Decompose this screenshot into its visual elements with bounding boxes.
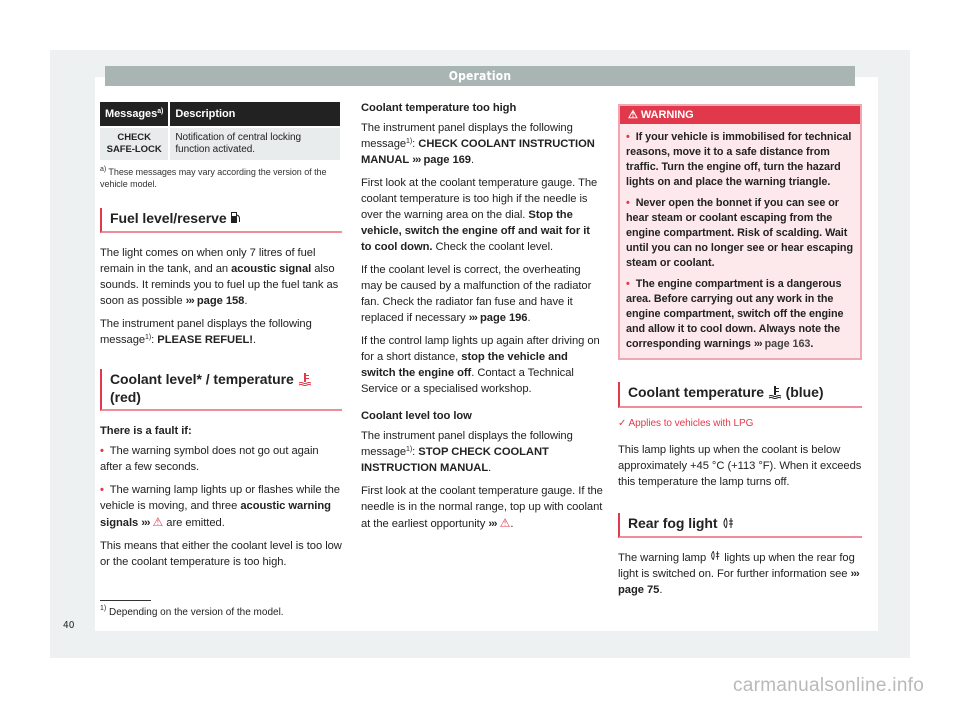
too-low-paragraph-2: First look at the coolant temperature ga… (361, 485, 603, 530)
coolant-summary: This means that either the coolant level… (100, 540, 342, 569)
check-icon: ✓ (618, 417, 627, 429)
table-footnote: a) These messages may vary according the… (100, 166, 327, 189)
link-page-169[interactable]: page 169 (423, 154, 471, 166)
table-cell-message: CHECK SAFE-LOCK (100, 128, 169, 160)
table-cell-description: Notification of central locking function… (170, 128, 340, 160)
heading-rear-fog-light: Rear fog light (618, 512, 862, 539)
warning-item: • The engine compartment is a dangerous … (626, 278, 844, 350)
coolant-temperature-icon (768, 385, 782, 402)
warning-header: ⚠ WARNING (620, 106, 860, 124)
too-high-paragraph-3: If the coolant level is correct, the ove… (361, 264, 592, 324)
coolant-temperature-icon (298, 372, 312, 389)
too-high-paragraph-2: First look at the coolant temperature ga… (361, 177, 598, 253)
table-header-messages: Messagesa) (100, 102, 169, 126)
page-footnote: 1) Depending on the version of the model… (100, 605, 284, 618)
fault-bullet: • The warning lamp lights up or flashes … (100, 484, 340, 530)
heading-too-low: Coolant level too low (361, 410, 472, 422)
fault-heading: There is a fault if: (100, 425, 192, 438)
applies-note: ✓ Applies to vehicles with LPG (618, 417, 754, 429)
too-high-paragraph-1: The instrument panel displays the follow… (361, 122, 595, 166)
heading-coolant-blue: Coolant temperature (blue) (618, 382, 862, 408)
fog-body: The warning lamp lights up when the rear… (618, 550, 860, 597)
too-high-paragraph-4: If the control lamp lights up again afte… (361, 335, 600, 395)
watermark: carmanualsonline.info (733, 675, 925, 696)
column-middle: Coolant temperature too high The instrum… (361, 100, 603, 539)
warning-item: • If your vehicle is immobilised for tec… (626, 131, 852, 188)
fuel-paragraph-1: The light comes on when only 7 litres of… (100, 247, 339, 308)
section-title: Operation (448, 69, 512, 83)
fault-bullet: • The warning symbol does not go out aga… (100, 445, 319, 474)
fuel-paragraph-2: The instrument panel displays the follow… (100, 318, 312, 347)
warning-box: ⚠ WARNING • If your vehicle is immobilis… (618, 104, 862, 360)
fuel-pump-icon (230, 211, 241, 227)
section-header-bar: Operation (105, 66, 855, 86)
page-number: 40 (63, 620, 75, 631)
table-header-row: Messagesa) Description (100, 102, 340, 126)
heading-too-high: Coolant temperature too high (361, 102, 517, 114)
heading-fuel-level: Fuel level/reserve (100, 208, 342, 234)
column-left: Messagesa) Description CHECK SAFE-LOCK N… (100, 100, 342, 577)
coolant-blue-body: This lamp lights up when the coolant is … (618, 443, 862, 488)
link-page-196[interactable]: page 196 (480, 312, 528, 324)
rear-fog-light-icon (721, 516, 735, 532)
warning-triangle-icon: ⚠ (628, 109, 638, 121)
footnote-divider (100, 600, 151, 601)
messages-table: Messagesa) Description CHECK SAFE-LOCK N… (98, 100, 342, 162)
heading-coolant-red: Coolant level* / temperature (red) (100, 369, 342, 412)
rear-fog-light-icon (709, 550, 721, 566)
link-page-158[interactable]: page 158 (197, 295, 245, 307)
column-right: ⚠ WARNING • If your vehicle is immobilis… (618, 100, 862, 605)
warning-item: • Never open the bonnet if you can see o… (626, 197, 853, 269)
too-low-paragraph-1: The instrument panel displays the follow… (361, 430, 573, 474)
table-row: CHECK SAFE-LOCK Notification of central … (100, 128, 340, 160)
table-header-description: Description (170, 102, 340, 126)
link-page-163[interactable]: page 163 (765, 338, 811, 350)
link-page-75[interactable]: page 75 (618, 584, 659, 596)
warning-triangle-icon[interactable]: ⚠ (153, 515, 164, 529)
warning-triangle-icon[interactable]: ⚠ (500, 516, 511, 530)
